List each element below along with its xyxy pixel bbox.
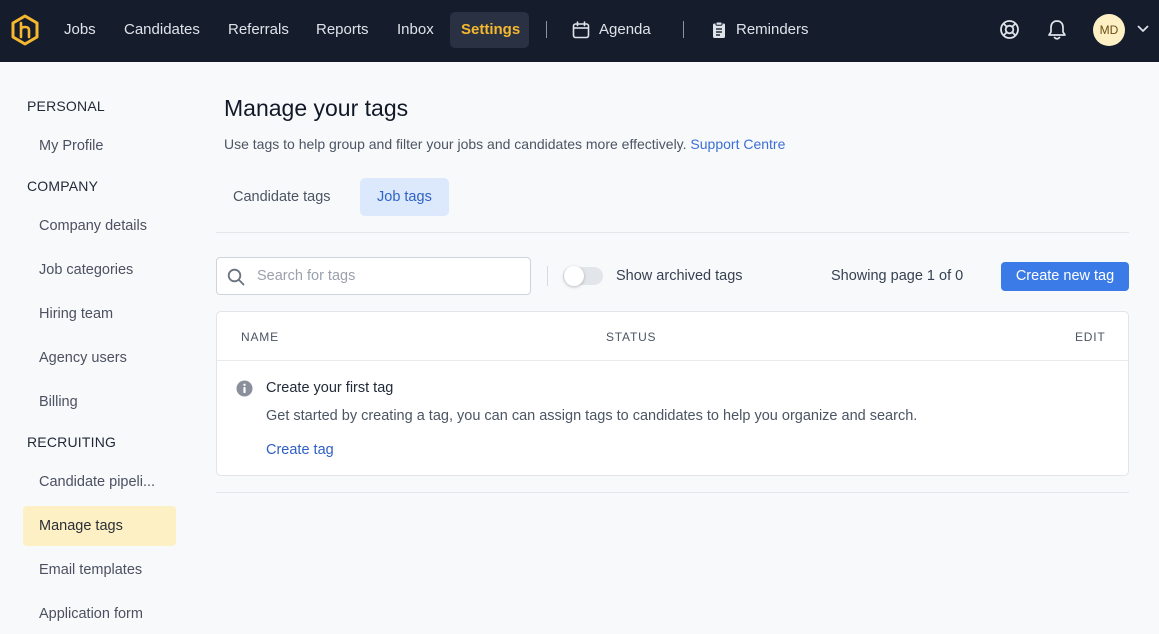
sidebar-item-email-templates[interactable]: Email templates: [23, 550, 176, 590]
top-navigation-bar: Jobs Candidates Referrals Reports Inbox …: [0, 0, 1159, 62]
show-archived-label: Show archived tags: [616, 268, 743, 284]
tags-table: NAME STATUS EDIT Create your first tag G…: [216, 311, 1129, 476]
nav-reminders-label: Reminders: [736, 21, 809, 38]
divider: [216, 232, 1129, 233]
sidebar-item-my-profile[interactable]: My Profile: [23, 126, 176, 166]
empty-state-description: Get started by creating a tag, you can c…: [266, 408, 918, 424]
sidebar-item-agency-users[interactable]: Agency users: [23, 338, 176, 378]
chevron-down-icon[interactable]: [1137, 25, 1149, 33]
sidebar-item-hiring-team[interactable]: Hiring team: [23, 294, 176, 334]
nav-inbox[interactable]: Inbox: [386, 12, 445, 48]
clipboard-icon: [713, 21, 725, 38]
tab-job-tags[interactable]: Job tags: [360, 178, 449, 216]
sidebar-item-company-details[interactable]: Company details: [23, 206, 176, 246]
page-title: Manage your tags: [224, 95, 409, 121]
info-icon: [236, 380, 253, 397]
divider: [216, 492, 1129, 493]
bell-icon[interactable]: [1047, 19, 1067, 41]
sidebar-item-manage-tags[interactable]: Manage tags: [23, 506, 176, 546]
page-subtitle: Use tags to help group and filter your j…: [224, 136, 785, 152]
nav-separator: [546, 21, 547, 38]
sidebar-item-billing[interactable]: Billing: [23, 382, 176, 422]
user-avatar[interactable]: MD: [1093, 14, 1125, 46]
sidebar-item-job-categories[interactable]: Job categories: [23, 250, 176, 290]
table-header-divider: [217, 360, 1128, 361]
paging-status: Showing page 1 of 0: [831, 268, 964, 284]
empty-state-title: Create your first tag: [266, 380, 394, 396]
page-subtitle-text: Use tags to help group and filter your j…: [224, 136, 687, 152]
nav-referrals[interactable]: Referrals: [217, 12, 300, 48]
toggle-knob: [564, 266, 584, 286]
nav-agenda-label: Agenda: [599, 21, 651, 38]
sidebar-heading-recruiting: RECRUITING: [27, 434, 117, 450]
search-field[interactable]: [216, 257, 531, 295]
sidebar-heading-personal: PERSONAL: [27, 98, 105, 114]
column-header-status[interactable]: STATUS: [606, 330, 656, 344]
nav-settings[interactable]: Settings: [450, 12, 529, 48]
create-new-tag-button[interactable]: Create new tag: [1001, 262, 1129, 291]
logo-icon[interactable]: [10, 14, 40, 46]
create-tag-link[interactable]: Create tag: [266, 442, 334, 458]
toolbar-separator: [547, 266, 548, 286]
column-header-name[interactable]: NAME: [241, 330, 279, 344]
nav-jobs[interactable]: Jobs: [53, 12, 107, 48]
nav-agenda[interactable]: Agenda: [572, 12, 651, 48]
nav-separator: [683, 21, 684, 38]
sidebar-item-application-form[interactable]: Application form: [23, 594, 176, 634]
search-icon: [227, 268, 245, 286]
help-lifebuoy-icon[interactable]: [999, 19, 1020, 40]
nav-candidates[interactable]: Candidates: [113, 12, 211, 48]
show-archived-toggle[interactable]: [563, 266, 603, 286]
sidebar-heading-company: COMPANY: [27, 178, 99, 194]
sidebar-item-candidate-pipeline[interactable]: Candidate pipeli...: [23, 462, 176, 502]
column-header-edit: EDIT: [1075, 330, 1106, 344]
tab-candidate-tags[interactable]: Candidate tags: [216, 178, 348, 216]
calendar-icon: [572, 21, 590, 39]
nav-reminders[interactable]: Reminders: [711, 12, 809, 48]
search-input[interactable]: [257, 258, 522, 294]
support-centre-link[interactable]: Support Centre: [690, 136, 785, 152]
nav-reports[interactable]: Reports: [305, 12, 380, 48]
